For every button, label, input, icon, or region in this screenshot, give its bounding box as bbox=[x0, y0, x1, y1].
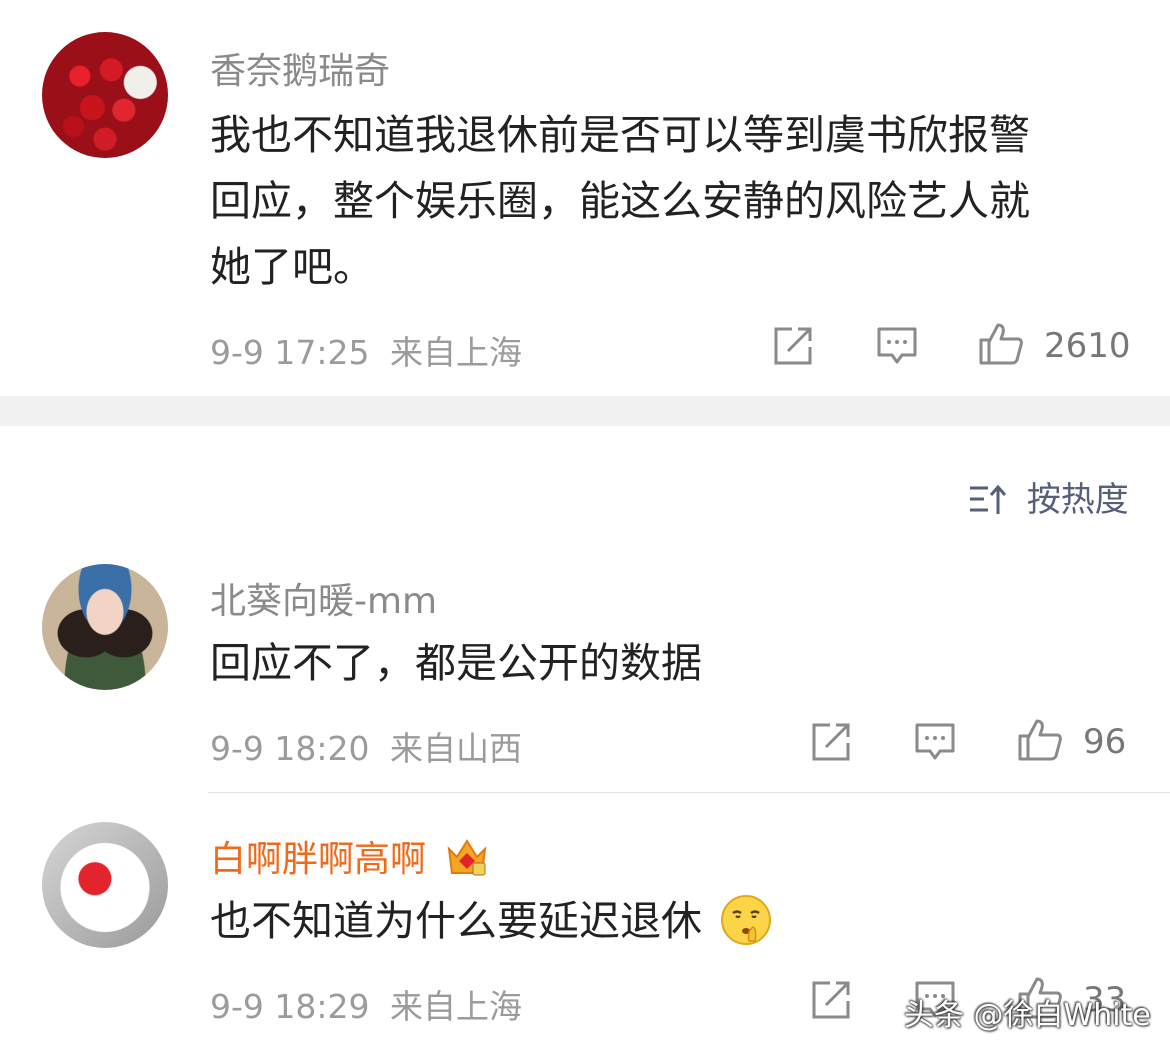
share-icon[interactable] bbox=[810, 979, 852, 1021]
like-count: 2610 bbox=[1044, 326, 1131, 366]
avatar[interactable] bbox=[42, 822, 168, 948]
comment-icon[interactable] bbox=[876, 326, 918, 366]
comment-text: 回应不了，都是公开的数据 bbox=[210, 630, 702, 696]
avatar[interactable] bbox=[42, 32, 168, 158]
comment-meta: 9-9 18:29 来自上海 bbox=[210, 980, 522, 1028]
comment-text: 也不知道为什么要延迟退休 bbox=[210, 888, 773, 954]
comment-location: 来自山西 bbox=[390, 729, 522, 768]
sort-icon bbox=[970, 484, 1007, 514]
comment-text-line: 她了吧。 bbox=[210, 243, 374, 291]
section-divider bbox=[0, 396, 1170, 426]
comment-username-text: 白啊胖啊高啊 bbox=[210, 839, 427, 880]
share-icon[interactable] bbox=[810, 721, 852, 763]
avatar[interactable] bbox=[42, 564, 168, 690]
comment-meta: 9-9 17:25 来自上海 bbox=[210, 326, 522, 374]
comment-username[interactable]: 香奈鹅瑞奇 bbox=[210, 42, 390, 94]
comment-divider bbox=[208, 792, 1170, 793]
comment-text-line: 回应不了，都是公开的数据 bbox=[210, 639, 702, 687]
watermark: 头条 @徐白White bbox=[904, 998, 1151, 1033]
comment-time: 9-9 18:29 bbox=[210, 987, 370, 1026]
comment-meta: 9-9 18:20 来自山西 bbox=[210, 722, 522, 770]
comment-username[interactable]: 北葵向暖-mm bbox=[210, 572, 437, 624]
comment-location: 来自上海 bbox=[390, 987, 522, 1026]
comment-text: 我也不知道我退休前是否可以等到虞书欣报警 回应，整个娱乐圈，能这么安静的风险艺人… bbox=[210, 102, 1030, 300]
comment-location: 来自上海 bbox=[390, 333, 522, 372]
comment-time: 9-9 17:25 bbox=[210, 333, 370, 372]
like-icon[interactable] bbox=[978, 322, 1024, 366]
comment-text-line: 我也不知道我退休前是否可以等到虞书欣报警 bbox=[210, 111, 1030, 159]
crown-badge-icon bbox=[448, 839, 487, 876]
comment-time: 9-9 18:20 bbox=[210, 729, 370, 768]
sort-label: 按热度 bbox=[1026, 480, 1129, 520]
shush-emoji-icon bbox=[721, 895, 772, 945]
like-icon[interactable] bbox=[1017, 718, 1063, 762]
sort-button[interactable]: 按热度 bbox=[968, 472, 1129, 521]
share-icon[interactable] bbox=[772, 325, 814, 367]
comment-text-line: 回应，整个娱乐圈，能这么安静的风险艺人就 bbox=[210, 177, 1030, 225]
comment-username[interactable]: 白啊胖啊高啊 bbox=[210, 830, 489, 882]
comment-text-line: 也不知道为什么要延迟退休 bbox=[210, 897, 702, 945]
like-count: 96 bbox=[1083, 722, 1127, 762]
comment-icon[interactable] bbox=[914, 722, 956, 762]
